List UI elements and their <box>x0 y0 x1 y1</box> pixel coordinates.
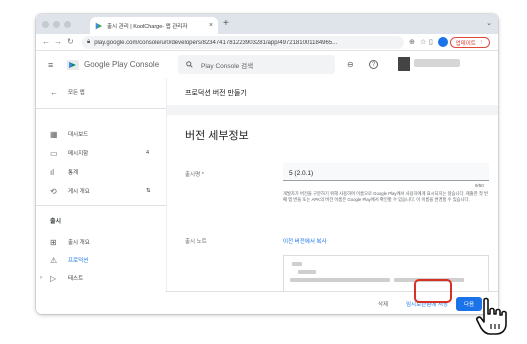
url-field[interactable]: 🔒︎ play.google.com/console/u/0/developer… <box>82 36 404 49</box>
testing-icon: ▷ <box>50 273 57 283</box>
reload-icon[interactable]: ↻ <box>67 37 74 46</box>
sidebar-item-label: 통계 <box>68 170 79 176</box>
update-button[interactable]: 업데이트 ⋮ <box>450 37 490 48</box>
sidebar-item-label: 출시 개요 <box>68 240 90 246</box>
update-label: 업데이트 <box>455 40 476 47</box>
sidebar-item-publishing-overview[interactable]: ⟲ 게시 개요 ⇅ <box>36 183 166 199</box>
forward-arrow-icon[interactable]: → <box>54 37 62 46</box>
sidebar-item-testing[interactable]: › ▷ 테스트 <box>36 270 166 286</box>
back-arrow-icon[interactable]: ← <box>42 37 50 46</box>
redacted-text <box>292 262 302 266</box>
sidebar-item-release-overview[interactable]: ⊞ 출시 개요 <box>36 234 166 250</box>
page-title: 프로덕션 버전 만들기 <box>185 90 247 97</box>
sidebar-item-statistics[interactable]: ıl 통계 <box>36 164 166 180</box>
new-tab-button[interactable]: + <box>223 18 229 29</box>
sidepanel-icon[interactable]: ▯ <box>429 38 433 46</box>
release-name-input[interactable]: 5 (2.0.1) <box>283 163 489 181</box>
managed-publishing-icon: ⇅ <box>146 188 151 194</box>
search-placeholder: Play Console 검색 <box>201 62 254 70</box>
release-overview-icon: ⊞ <box>50 237 57 247</box>
maximize-window-button[interactable] <box>64 21 71 28</box>
character-counter: 9/50 <box>475 183 484 188</box>
account-avatar[interactable] <box>398 57 410 71</box>
discard-button[interactable]: 삭제 <box>378 300 388 308</box>
sidebar-item-label: 모든 앱 <box>68 90 85 96</box>
divider <box>36 205 166 206</box>
sidebar-back-all-apps[interactable]: ← 모든 앱 <box>36 84 166 100</box>
highlight-box <box>414 279 452 303</box>
app-header: ≡ Google Play Console Play Console 검색 ⊖ … <box>36 52 498 78</box>
inbox-icon: ▭ <box>50 148 58 158</box>
search-icon <box>186 61 193 68</box>
release-name-label: 출시명 * <box>185 172 204 178</box>
tab-title: 출시 관리 | KoolCharge- 앱 관리자 <box>107 23 188 30</box>
translate-icon[interactable]: ⊕ <box>409 38 415 46</box>
bookmark-star-icon[interactable]: ☆ <box>420 38 426 46</box>
browser-window: 출시 관리 | KoolCharge- 앱 관리자 × + ⌄ ← → ↻ 🔒︎… <box>36 14 498 314</box>
account-name-redacted <box>414 59 460 67</box>
more-menu-icon: ⋮ <box>478 39 485 46</box>
menu-icon[interactable]: ≡ <box>48 60 53 70</box>
publishing-icon: ⟲ <box>50 186 57 196</box>
tab-close-icon[interactable]: × <box>209 22 213 29</box>
expand-chevron-icon[interactable]: › <box>40 275 42 281</box>
window-controls <box>42 21 71 28</box>
sidebar-item-dashboard[interactable]: ▦ 대시보드 <box>36 126 166 142</box>
release-name-help: 개발자가 버전을 구분하기 위해 사용하며 이름으로 Google Play에서… <box>283 191 488 202</box>
section-heading-release: 출시 <box>50 219 62 225</box>
url-text: play.google.com/console/u/0/developers/8… <box>94 39 338 46</box>
redacted-text <box>290 278 390 282</box>
sidebar-item-label: 메시지함 <box>68 151 89 157</box>
section-divider-band <box>167 105 498 115</box>
sidebar: ← 모든 앱 ▦ 대시보드 ▭ 메시지함 4 ıl 통계 ⟲ 게시 개요 ⇅ 출… <box>36 78 166 314</box>
close-window-button[interactable] <box>42 21 49 28</box>
back-arrow-icon: ← <box>50 87 58 97</box>
card-title: 버전 세부정보 <box>185 130 249 142</box>
release-notes-label: 출시 노트 <box>185 239 207 245</box>
browser-tab[interactable]: 출시 관리 | KoolCharge- 앱 관리자 × <box>90 17 218 34</box>
tab-search-chevron-icon[interactable]: ⌄ <box>486 19 492 27</box>
sidebar-item-label: 게시 개요 <box>68 189 90 195</box>
play-console-logo <box>67 60 79 70</box>
release-notes-textarea[interactable] <box>283 255 489 292</box>
hand-pointer-icon <box>476 297 507 335</box>
production-icon: ⚠ <box>50 255 58 265</box>
inbox-count: 4 <box>146 150 150 156</box>
lock-icon: 🔒︎ <box>87 39 91 45</box>
sidebar-item-label: 프로덕션 <box>68 258 89 264</box>
sidebar-item-label: 테스트 <box>68 276 84 282</box>
play-console-favicon <box>95 22 103 29</box>
release-name-value: 5 (2.0.1) <box>289 170 314 177</box>
search-box[interactable]: Play Console 검색 <box>178 55 335 74</box>
minimize-window-button[interactable] <box>53 21 60 28</box>
brand-name: Google Play Console <box>84 60 160 69</box>
redacted-text <box>298 270 316 274</box>
link-icon[interactable]: ⊖ <box>347 60 354 69</box>
copy-previous-release-link[interactable]: 이전 버전에서 복사 <box>283 237 327 245</box>
address-bar-row: ← → ↻ 🔒︎ play.google.com/console/u/0/dev… <box>36 34 498 51</box>
help-icon[interactable]: ? <box>369 60 378 69</box>
divider <box>36 108 166 109</box>
profile-avatar[interactable] <box>438 37 448 47</box>
tab-strip: 출시 관리 | KoolCharge- 앱 관리자 × + ⌄ <box>36 14 498 34</box>
release-details-card: 버전 세부정보 출시명 * 5 (2.0.1) 9/50 개발자가 버전을 구분… <box>177 115 498 292</box>
dashboard-icon: ▦ <box>50 129 58 139</box>
sidebar-item-inbox[interactable]: ▭ 메시지함 4 <box>36 145 166 161</box>
sidebar-item-label: 대시보드 <box>68 132 89 138</box>
sidebar-item-production[interactable]: ⚠ 프로덕션 <box>36 252 166 268</box>
stats-icon: ıl <box>50 167 54 177</box>
